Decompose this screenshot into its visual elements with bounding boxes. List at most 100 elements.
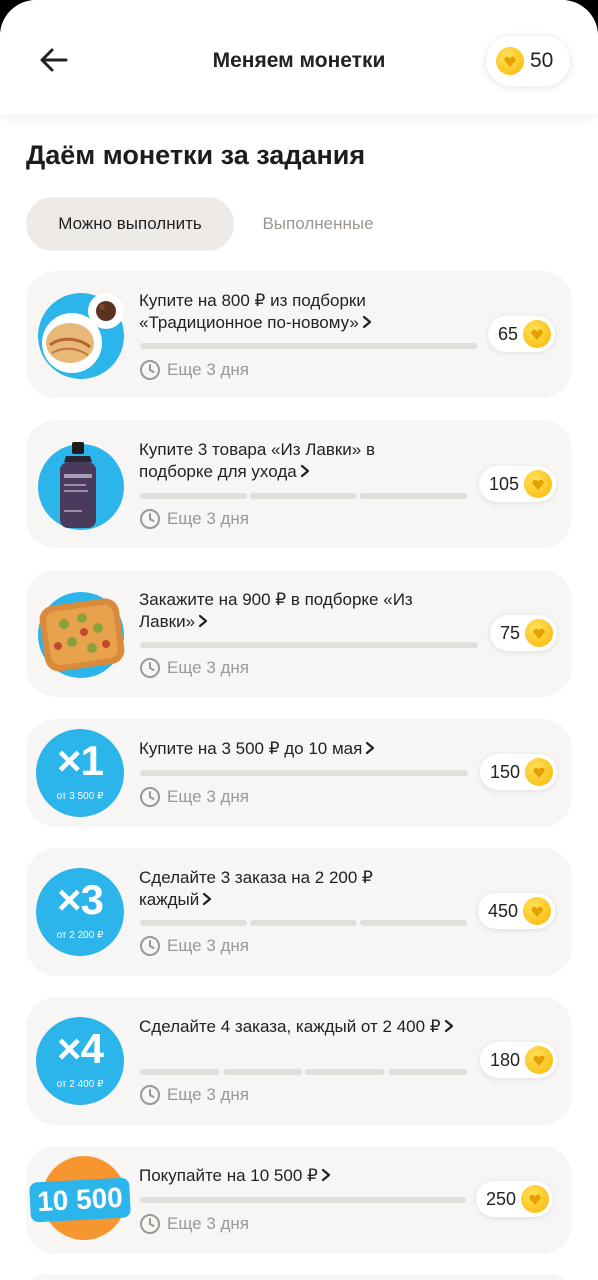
badge-threshold: от 2 400 ₽ — [56, 1079, 104, 1090]
task-card[interactable] — [26, 1274, 572, 1280]
task-card[interactable]: Закажите на 900 ₽ в подборке «Из Лавки» … — [26, 570, 572, 697]
progress-segment — [140, 920, 247, 926]
task-title[interactable]: Сделайте 4 заказа, каждый от 2 400 ₽ — [139, 1016, 459, 1038]
chevron-right-icon — [444, 1019, 453, 1033]
badge-multiplier: ×4 — [57, 1025, 104, 1072]
clock-icon — [140, 1085, 160, 1105]
deadline-text: Еще 3 дня — [167, 1085, 250, 1104]
task-card[interactable]: Купите 3 товара «Из Лавки» в подборке дл… — [26, 420, 572, 548]
coin-icon — [525, 1046, 554, 1074]
task-progress — [140, 770, 468, 776]
task-deadline: Еще 3 дня — [139, 935, 249, 957]
clock-icon — [140, 509, 160, 529]
coin-icon — [525, 758, 554, 786]
progress-segment — [360, 920, 467, 926]
reward-value: 65 — [498, 323, 519, 344]
reward-value: 150 — [490, 761, 521, 782]
task-title[interactable]: Покупайте на 10 500 ₽ — [139, 1165, 439, 1187]
chevron-right-icon — [366, 741, 375, 755]
chevron-right-icon — [198, 614, 208, 628]
chevron-right-icon — [203, 892, 212, 906]
progress-segment — [140, 770, 468, 776]
progress-segment — [222, 1069, 302, 1075]
task-reward: 65 — [488, 316, 556, 352]
task-card[interactable]: ×1 от 3 500 ₽ Купите на 3 500 ₽ до 10 ма… — [26, 719, 572, 827]
task-title[interactable]: Купите 3 товара «Из Лавки» в подборке дл… — [139, 439, 399, 483]
task-deadline: Еще 3 дня — [139, 359, 249, 381]
reward-value: 180 — [490, 1049, 521, 1070]
clock-icon — [140, 787, 160, 807]
progress-segment — [250, 920, 357, 926]
x4-badge: ×4 от 2 400 ₽ — [36, 1017, 124, 1105]
coin-icon — [524, 470, 553, 498]
progress-segment — [140, 343, 477, 349]
deadline-text: Еще 3 дня — [167, 1214, 250, 1233]
clock-icon — [140, 658, 160, 678]
task-reward: 75 — [490, 615, 558, 651]
task-reward: 250 — [476, 1181, 554, 1217]
progress-segment — [387, 1069, 467, 1075]
task-card[interactable]: ×4 от 2 400 ₽ Сделайте 4 заказа, каждый … — [26, 997, 572, 1125]
progress-segment — [360, 493, 467, 499]
clock-icon — [140, 360, 160, 380]
task-reward: 105 — [479, 466, 557, 502]
task-progress — [140, 1069, 467, 1075]
task-title[interactable]: Сделайте 3 заказа на 2 200 ₽ каждый — [139, 867, 409, 911]
clock-icon — [140, 936, 160, 956]
coin-icon — [525, 619, 554, 647]
task-title[interactable]: Купите на 800 ₽ из подборки «Традиционно… — [139, 290, 439, 334]
task-progress — [140, 343, 477, 349]
progress-segment — [250, 493, 357, 499]
x1-badge: ×1 от 3 500 ₽ — [36, 729, 124, 817]
task-title[interactable]: Купите на 3 500 ₽ до 10 мая — [139, 738, 439, 760]
deadline-text: Еще 3 дня — [167, 360, 250, 379]
clock-icon — [140, 1214, 160, 1234]
top-bar: Меняем монетки 50 — [0, 0, 598, 114]
tab-completed[interactable]: Выполненные — [238, 197, 398, 251]
chevron-right-icon — [300, 464, 309, 478]
x3-badge: ×3 от 2 200 ₽ — [36, 868, 124, 956]
coin-icon — [523, 320, 552, 348]
badge-threshold: от 2 200 ₽ — [56, 930, 104, 941]
app-screen: Меняем монетки 50 Даём монетки за задани… — [0, 0, 598, 1280]
reward-value: 250 — [486, 1188, 517, 1209]
task-progress — [140, 920, 467, 926]
reward-value: 75 — [500, 622, 521, 643]
progress-segment — [140, 493, 247, 499]
chevron-right-icon — [321, 1168, 330, 1182]
deadline-text: Еще 3 дня — [167, 787, 250, 806]
gel-bottle-image — [38, 442, 124, 530]
task-reward: 150 — [480, 754, 558, 790]
task-progress — [140, 642, 478, 648]
badge-amount: 10 500 — [29, 1177, 131, 1223]
task-deadline: Еще 3 дня — [139, 786, 249, 808]
task-card[interactable]: ×3 от 2 200 ₽ Сделайте 3 заказа на 2 200… — [26, 848, 572, 976]
badge-multiplier: ×1 — [57, 737, 104, 784]
reward-value: 105 — [489, 473, 520, 494]
section-title: Даём монетки за задания — [26, 140, 366, 170]
progress-segment — [305, 1069, 385, 1075]
tab-available[interactable]: Можно выполнить — [26, 197, 234, 251]
coin-balance[interactable]: 50 — [486, 36, 570, 86]
coin-icon — [521, 1185, 550, 1213]
deadline-text: Еще 3 дня — [167, 509, 250, 528]
task-card[interactable]: 10 500 Покупайте на 10 500 ₽ Еще 3 дня 2… — [26, 1146, 572, 1254]
progress-segment — [140, 1069, 220, 1075]
amount-badge: 10 500 — [29, 1156, 131, 1248]
task-deadline: Еще 3 дня — [139, 1084, 249, 1106]
task-title[interactable]: Закажите на 900 ₽ в подборке «Из Лавки» — [139, 589, 419, 633]
task-deadline: Еще 3 дня — [139, 508, 249, 530]
task-reward: 180 — [480, 1042, 558, 1078]
progress-segment — [140, 1197, 466, 1203]
deadline-text: Еще 3 дня — [167, 658, 250, 677]
badge-threshold: от 3 500 ₽ — [56, 791, 104, 802]
task-card[interactable]: Купите на 800 ₽ из подборки «Традиционно… — [26, 271, 572, 398]
task-progress — [140, 493, 467, 499]
coin-balance-value: 50 — [530, 49, 554, 72]
task-reward: 450 — [478, 893, 556, 929]
progress-segment — [140, 642, 478, 648]
task-progress — [140, 1197, 466, 1203]
coin-icon — [523, 897, 552, 925]
task-deadline: Еще 3 дня — [139, 657, 249, 679]
deadline-text: Еще 3 дня — [167, 936, 250, 955]
